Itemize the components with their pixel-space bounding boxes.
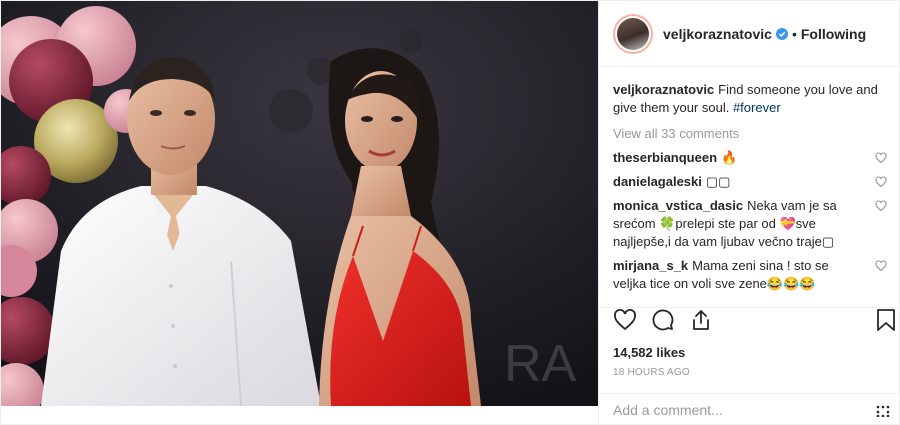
verified-badge-icon <box>775 27 788 40</box>
comment-username[interactable]: theserbianqueen <box>613 150 717 165</box>
caption: veljkoraznatovic Find someone you love an… <box>613 81 895 117</box>
post-photo[interactable]: RA R <box>1 1 598 406</box>
post-timestamp[interactable]: 18 HOURS AGO <box>613 367 690 378</box>
comment-username[interactable]: mirjana_s_k <box>613 258 688 273</box>
heart-icon[interactable] <box>613 308 637 332</box>
comment-like-heart-icon[interactable] <box>875 200 887 212</box>
post-sidebar: veljkoraznatovic • Following veljkorazna… <box>598 1 900 425</box>
share-icon[interactable] <box>689 308 713 332</box>
comment-row: mirjana_s_k Mama zeni sina ! sto se veljk… <box>613 257 895 293</box>
more-options-icon[interactable] <box>876 405 890 417</box>
comment-body: danielagaleski ▢▢ <box>613 173 853 191</box>
comment-username[interactable]: monica_vstica_dasic <box>613 198 743 213</box>
comment-row: monica_vstica_dasic Neka vam je sa srećom… <box>613 197 895 251</box>
comment-text: ▢▢ <box>705 174 731 189</box>
comment-bubble-icon[interactable] <box>651 308 675 332</box>
comment-row: danielagaleski ▢▢ <box>613 173 895 191</box>
comments-section: veljkoraznatovic Find someone you love an… <box>613 81 895 293</box>
comment-text: 🔥 <box>721 150 738 165</box>
comment-like-heart-icon[interactable] <box>875 152 887 164</box>
photo-illustration: RA R <box>1 1 598 406</box>
add-comment-bar <box>599 393 900 425</box>
avatar-image <box>617 17 649 50</box>
comment-body: monica_vstica_dasic Neka vam je sa srećom… <box>613 197 853 251</box>
backdrop-letters: RA <box>504 335 577 393</box>
post-header: veljkoraznatovic • Following <box>599 1 900 67</box>
avatar[interactable] <box>613 13 653 54</box>
comment-username[interactable]: danielagaleski <box>613 174 702 189</box>
header-username[interactable]: veljkoraznatovic <box>663 26 772 42</box>
caption-hashtag[interactable]: #forever <box>733 100 781 115</box>
add-comment-input[interactable] <box>613 402 853 418</box>
caption-username[interactable]: veljkoraznatovic <box>613 82 714 97</box>
comment-like-heart-icon[interactable] <box>875 260 887 272</box>
likes-count[interactable]: 14,582 likes <box>613 345 685 360</box>
instagram-post: RA R <box>0 0 900 425</box>
header-separator: • <box>791 25 797 42</box>
following-button[interactable]: Following <box>801 26 866 42</box>
post-actions <box>613 308 727 332</box>
view-all-comments-link[interactable]: View all 33 comments <box>613 125 895 143</box>
avatar-ring <box>615 15 651 52</box>
comment-body: mirjana_s_k Mama zeni sina ! sto se veljk… <box>613 257 853 293</box>
comment-row: theserbianqueen 🔥 <box>613 149 895 167</box>
bookmark-icon[interactable] <box>875 308 897 332</box>
comment-like-heart-icon[interactable] <box>875 176 887 188</box>
comment-body: theserbianqueen 🔥 <box>613 149 853 167</box>
